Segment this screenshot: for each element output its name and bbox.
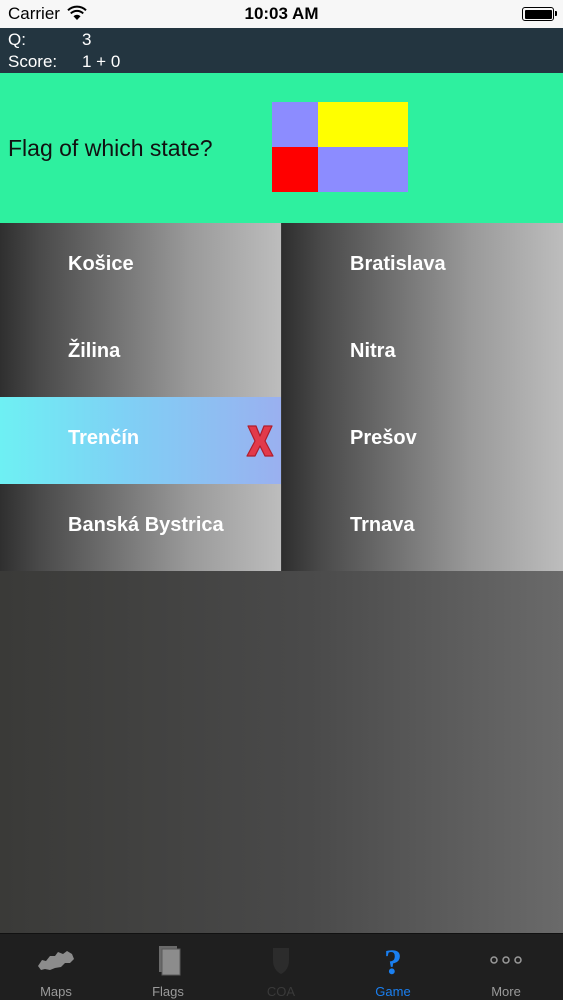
answer-label: Prešov	[350, 427, 417, 449]
tab-bar: Maps Flags COA ? Game More	[0, 933, 563, 1000]
tab-label: COA	[266, 984, 296, 999]
answer-grid: Košice Bratislava Žilina Nitra Trenčín P…	[0, 223, 563, 571]
question-panel: Flag of which state?	[0, 73, 563, 223]
flags-icon	[159, 946, 181, 976]
tab-game[interactable]: ? Game	[337, 934, 449, 1000]
score-value: 1 + 0	[82, 52, 121, 71]
score-label: Score:	[8, 52, 58, 71]
tab-label: Flags	[152, 984, 184, 999]
answer-label: Banská Bystrica	[68, 514, 224, 536]
answer-button-bratislava[interactable]: Bratislava	[282, 223, 563, 310]
question-counter-label: Q:	[8, 30, 26, 49]
flag-cell-bottom-left	[272, 147, 318, 192]
answer-button-trencin[interactable]: Trenčín	[0, 397, 281, 484]
x-mark-icon	[246, 425, 274, 457]
score-bar: Q: 3 Score: 1 + 0	[0, 28, 563, 73]
question-text: Flag of which state?	[8, 135, 213, 161]
flag-cell-top-left	[272, 102, 318, 147]
question-counter: Q: 3	[8, 30, 91, 50]
answer-button-presov[interactable]: Prešov	[282, 397, 563, 484]
tab-more[interactable]: More	[450, 934, 562, 1000]
question-mark-icon: ?	[384, 942, 402, 978]
slovakia-map-icon	[38, 951, 74, 970]
question-counter-value: 3	[82, 30, 92, 49]
more-icon	[490, 956, 522, 964]
answer-button-zilina[interactable]: Žilina	[0, 310, 281, 397]
score-counter: Score: 1 + 0	[8, 52, 120, 72]
answer-button-banska-bystrica[interactable]: Banská Bystrica	[0, 484, 281, 571]
coa-icon	[273, 948, 289, 974]
answer-label: Nitra	[350, 340, 396, 362]
answer-label: Trenčín	[68, 427, 140, 449]
battery-icon	[522, 7, 557, 21]
tab-flags[interactable]: Flags	[112, 934, 224, 1000]
tab-label: Game	[375, 984, 411, 999]
answer-button-kosice[interactable]: Košice	[0, 223, 281, 310]
tab-label: Maps	[40, 984, 72, 999]
clock: 10:03 AM	[244, 4, 319, 23]
answer-label: Bratislava	[350, 253, 446, 275]
flag-cell-bottom-right	[318, 147, 408, 192]
answer-button-nitra[interactable]: Nitra	[282, 310, 563, 456]
answer-label: Žilina	[68, 340, 121, 362]
tab-maps[interactable]: Maps	[0, 934, 112, 1000]
tab-coa[interactable]: COA	[225, 934, 337, 1000]
svg-text:?: ?	[384, 942, 402, 978]
answer-label: Košice	[68, 253, 134, 275]
flag-image	[272, 102, 408, 192]
answer-label: Trnava	[350, 514, 415, 536]
content-background	[0, 571, 563, 933]
answer-button-trnava[interactable]: Trnava	[282, 484, 563, 571]
status-bar: Carrier 10:03 AM	[0, 0, 563, 28]
tab-label: More	[491, 984, 521, 999]
flag-cell-top-right	[318, 102, 408, 147]
